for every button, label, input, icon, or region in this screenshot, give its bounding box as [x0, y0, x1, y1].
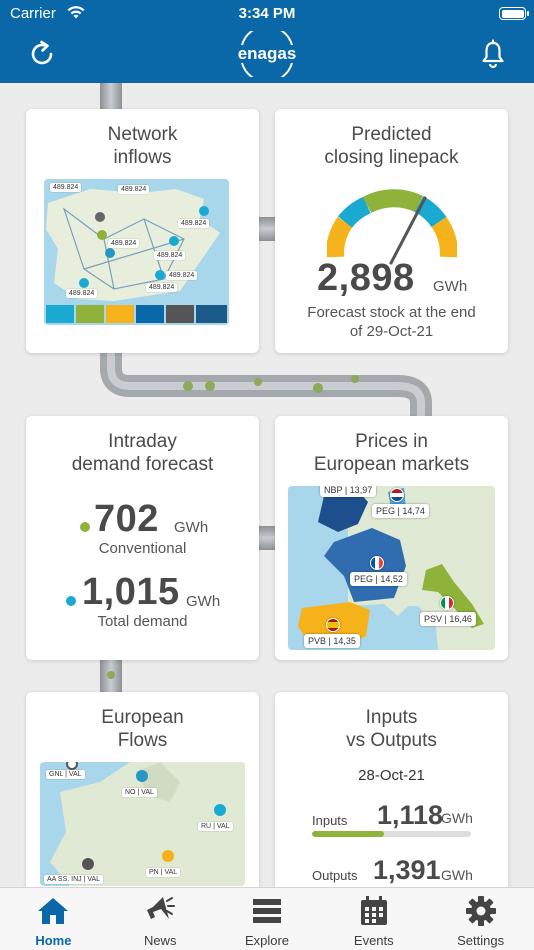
card-title: European Flows [101, 707, 184, 751]
linepack-value: 2,898 [317, 257, 415, 299]
spain-flag-icon [326, 618, 340, 632]
price-tag-nbp: NBP | 13,97 [320, 486, 377, 497]
italy-flag-icon [440, 596, 454, 610]
card-title: Network inflows [107, 124, 178, 168]
price-tag-peg-fr: PEG | 14,52 [350, 572, 407, 586]
inputs-bar-fill [312, 831, 384, 837]
inflow-label: 489.824 [118, 185, 150, 194]
conventional-dot [80, 522, 90, 532]
enagas-logo: enagas [220, 25, 314, 83]
european-flows-card[interactable]: European Flows GNL | VAL NO | VAL RU | V… [26, 692, 259, 892]
tab-label: Settings [457, 933, 505, 948]
flow-tag-gnl: GNL | VAL [46, 770, 85, 779]
calendar-icon [360, 896, 387, 925]
battery-icon [499, 7, 529, 20]
logo-text: enagas [238, 44, 297, 63]
inflow-label: 489.824 [50, 183, 82, 192]
card-title: Prices in European markets [313, 431, 470, 475]
tab-label: Home [35, 933, 72, 948]
outputs-value: 1,391 [373, 855, 441, 885]
inputs-vs-outputs-card[interactable]: Inputs vs Outputs 28-Oct-21 Inputs 1,118… [275, 692, 508, 892]
linepack-unit: GWh [433, 278, 468, 295]
bottom-tab-bar: Home News Explore Events Settings [0, 887, 534, 950]
outputs-unit: GWh [441, 867, 473, 883]
outputs-label: Outputs [312, 868, 358, 883]
tab-settings[interactable]: Settings [427, 888, 534, 950]
france-flag-icon [370, 556, 384, 570]
inflow-label: 489.824 [166, 271, 198, 280]
tab-home[interactable]: Home [0, 888, 107, 950]
conventional-unit: GWh [174, 519, 209, 536]
intraday-demand-card[interactable]: Intraday demand forecast 702 GWh Convent… [26, 416, 259, 660]
inputs-label: Inputs [312, 813, 348, 828]
network-map-thumbnail: 489.824 489.824 489.824 489.824 489.824 … [44, 179, 229, 325]
inflow-label: 489.824 [154, 251, 186, 260]
conventional-label: Conventional [98, 540, 187, 557]
inflow-label: 489.824 [178, 219, 210, 228]
prices-map: NBP | 13,97 PEG | 14,74 PEG | 14,52 PSV … [288, 486, 495, 650]
home-icon [38, 898, 69, 924]
tab-label: Events [353, 933, 394, 948]
price-tag-peg-nl: PEG | 14,74 [372, 504, 429, 518]
netherlands-flag-icon [390, 488, 404, 502]
conventional-value: 702 [94, 498, 159, 540]
top-bar: Carrier 3:34 PM enagas [0, 0, 534, 83]
tab-label: News [143, 933, 177, 948]
inputs-value: 1,118 [377, 800, 444, 830]
refresh-icon[interactable] [26, 38, 58, 70]
linepack-gauge [327, 189, 457, 265]
inputs-bar [312, 831, 471, 837]
total-demand-value: 1,015 [82, 571, 180, 613]
price-tag-psv: PSV | 16,46 [420, 612, 476, 626]
total-demand-dot [66, 596, 76, 606]
european-prices-card[interactable]: Prices in European markets NBP | 13,97 P… [275, 416, 508, 660]
io-date: 28-Oct-21 [358, 767, 425, 784]
card-title: Predicted closing linepack [324, 124, 459, 168]
price-tag-pvb: PVB | 14,35 [304, 634, 360, 648]
flows-map: GNL | VAL NO | VAL RU | VAL PN | VAL AA … [40, 762, 245, 886]
total-demand-label: Total demand [97, 613, 188, 630]
flow-tag-no: NO | VAL [122, 788, 157, 797]
inflow-label: 489.824 [108, 239, 140, 248]
list-icon [252, 899, 281, 923]
flow-tag-ru: RU | VAL [198, 822, 233, 831]
linepack-caption: Forecast stock at the end of 29-Oct-21 [307, 304, 476, 340]
tab-events[interactable]: Events [320, 888, 427, 950]
flow-tag-pn: PN | VAL [146, 868, 181, 877]
total-demand-unit: GWh [186, 593, 221, 610]
megaphone-icon [147, 897, 176, 919]
bell-icon[interactable] [477, 38, 509, 70]
status-time: 3:34 PM [238, 5, 296, 22]
card-title: Inputs vs Outputs [346, 707, 437, 751]
tab-news[interactable]: News [107, 888, 214, 950]
flow-tag-aa-ss-inj: AA SS. INJ | VAL [44, 875, 104, 884]
tab-label: Explore [244, 933, 290, 948]
status-bar: Carrier 3:34 PM [0, 0, 534, 28]
gear-icon [465, 896, 496, 926]
linepack-card[interactable]: Predicted closing linepack 2,898 GWh For… [275, 109, 508, 353]
tab-explore[interactable]: Explore [214, 888, 321, 950]
inflow-label: 489.824 [146, 283, 178, 292]
inputs-unit: GWh [441, 810, 473, 826]
card-title: Intraday demand forecast [71, 431, 214, 475]
inflow-label: 489.824 [66, 289, 98, 298]
network-inflows-card[interactable]: Network inflows 489.824 489.824 489.824 … [26, 109, 259, 353]
